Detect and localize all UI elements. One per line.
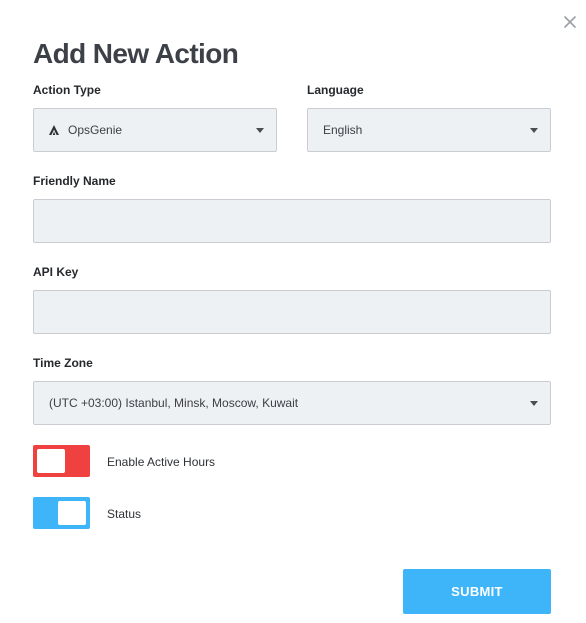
chevron-down-icon [256,128,264,133]
close-icon [564,16,576,28]
friendly-name-field-wrapper [33,199,551,243]
chevron-down-icon [530,401,538,406]
toggle-knob [58,501,86,525]
submit-button[interactable]: SUBMIT [403,569,551,614]
language-label: Language [307,83,364,97]
time-zone-label: Time Zone [33,356,93,370]
time-zone-select[interactable]: (UTC +03:00) Istanbul, Minsk, Moscow, Ku… [33,381,551,425]
language-select[interactable]: English [307,108,551,152]
close-button[interactable] [562,14,578,30]
opsgenie-logo-icon [49,125,59,135]
api-key-field-wrapper [33,290,551,334]
friendly-name-label: Friendly Name [33,174,116,188]
toggle-knob [37,449,65,473]
dialog-title: Add New Action [33,38,239,69]
action-type-select[interactable]: OpsGenie [33,108,277,152]
api-key-label: API Key [33,265,79,279]
status-toggle[interactable] [33,497,90,529]
time-zone-value: (UTC +03:00) Istanbul, Minsk, Moscow, Ku… [49,396,299,410]
action-type-label: Action Type [33,83,101,97]
chevron-down-icon [530,128,538,133]
language-value: English [323,123,363,137]
status-label: Status [107,507,142,521]
enable-active-hours-toggle[interactable] [33,445,90,477]
api-key-input[interactable] [34,291,550,333]
action-type-value: OpsGenie [68,123,123,137]
friendly-name-input[interactable] [34,200,550,242]
enable-active-hours-label: Enable Active Hours [107,455,216,469]
